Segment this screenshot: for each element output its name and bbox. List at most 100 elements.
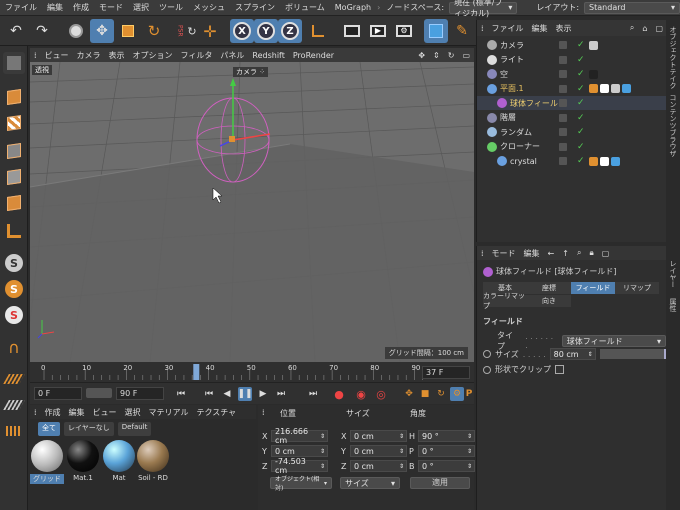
size-field[interactable]: 80 cm ⇕ xyxy=(549,348,596,360)
workplane-icon[interactable] xyxy=(3,368,25,390)
viewport-menu-camera[interactable]: カメラ xyxy=(73,50,105,61)
material-grid[interactable]: グリッド xyxy=(30,440,64,484)
viewport-menu-filter[interactable]: フィルタ xyxy=(177,50,217,61)
size-y-field[interactable]: 0 cm ⇕ xyxy=(350,445,407,457)
object-row[interactable]: 空 ✓ xyxy=(477,67,667,81)
enable-check-icon[interactable]: ✓ xyxy=(577,40,585,50)
side-tab-layers[interactable]: レイヤー xyxy=(668,260,678,288)
material-mat[interactable]: Mat xyxy=(102,440,136,482)
next-frame-icon[interactable]: ▶ xyxy=(256,387,270,401)
home-icon[interactable]: ⌂ xyxy=(638,24,651,33)
menu-mograph[interactable]: MoGraph xyxy=(330,3,376,12)
mat-menu-material[interactable]: マテリアル xyxy=(145,407,193,418)
3d-viewport[interactable]: 透視 カメラ ⁘ グリッド間隔：100 cm xyxy=(30,62,474,362)
size-z-field[interactable]: 0 cm ⇕ xyxy=(350,460,407,472)
playhead[interactable] xyxy=(193,364,200,380)
enable-check-icon[interactable]: ✓ xyxy=(577,142,585,152)
filter-default[interactable]: Default xyxy=(117,422,152,436)
back-arrow-icon[interactable]: ← xyxy=(544,249,559,258)
goto-end-icon[interactable]: ⏭ xyxy=(306,387,320,401)
tab-remap[interactable]: リマップ xyxy=(615,282,659,294)
enable-check-icon[interactable]: ✓ xyxy=(577,98,585,108)
keyframe-selection-icon[interactable]: ◎ xyxy=(374,387,388,401)
coordinate-mode-select[interactable]: オブジェクト(相対) ▾ xyxy=(270,476,332,492)
object-tag-icon[interactable] xyxy=(589,40,598,50)
material-soil[interactable]: Soil - RD xyxy=(136,440,170,482)
material-handle-icon[interactable]: ⁞ xyxy=(30,408,41,417)
key-rotation-icon[interactable]: ↻ xyxy=(434,387,448,401)
position-y-field[interactable]: 0 cm ⇕ xyxy=(271,445,328,457)
range-slider[interactable] xyxy=(86,388,112,398)
menu-spline[interactable]: スプライン xyxy=(230,2,280,13)
maximize-icon[interactable]: ▭ xyxy=(458,51,474,60)
enable-check-icon[interactable]: ✓ xyxy=(577,69,585,79)
object-tag-icon[interactable] xyxy=(589,156,598,166)
polygon-mode-icon[interactable] xyxy=(3,192,25,214)
axis-z-button[interactable]: Z xyxy=(278,19,302,43)
obj-menu-edit[interactable]: 編集 xyxy=(528,23,552,34)
camera-label[interactable]: カメラ ⁘ xyxy=(233,67,269,77)
rotate-icon[interactable]: ↻ xyxy=(142,19,166,43)
end-frame-field[interactable]: 90 F xyxy=(116,387,164,400)
grid-icon[interactable] xyxy=(3,420,25,442)
layout-select[interactable]: Standard ▾ xyxy=(584,1,680,14)
visibility-toggle[interactable] xyxy=(559,41,567,49)
point-mode-icon[interactable] xyxy=(3,140,25,162)
keyframe-icon[interactable] xyxy=(483,365,491,374)
edge-mode-icon[interactable] xyxy=(3,166,25,188)
transform-icon[interactable]: ✛ xyxy=(198,19,222,43)
timeline-ruler[interactable]: 0 10 20 30 40 50 60 70 80 90 37 F xyxy=(30,362,474,382)
viewport-menu-prorender[interactable]: ProRender xyxy=(289,51,338,60)
object-tag-icon[interactable] xyxy=(589,69,598,79)
start-frame-field[interactable]: 0 F xyxy=(34,387,82,400)
pause-icon[interactable]: ❚❚ xyxy=(237,387,253,401)
new-window-icon[interactable]: ▢ xyxy=(651,24,667,33)
viewport-menu-display[interactable]: 表示 xyxy=(105,50,129,61)
visibility-toggle[interactable] xyxy=(559,70,567,78)
tab-field[interactable]: フィールド xyxy=(571,282,615,294)
object-row[interactable]: 球体フィールド ✓ xyxy=(477,96,667,110)
object-tag-icon[interactable] xyxy=(611,84,620,93)
prev-frame-icon[interactable]: ◀ xyxy=(220,387,234,401)
obj-handle-icon[interactable]: ⁞ xyxy=(477,24,488,33)
enable-check-icon[interactable]: ✓ xyxy=(577,156,585,166)
obj-menu-file[interactable]: ファイル xyxy=(488,23,528,34)
coords-handle-icon[interactable]: ⁞ xyxy=(262,408,265,417)
pen-icon[interactable]: ✎ xyxy=(450,19,474,43)
menu-volume[interactable]: ボリューム xyxy=(280,2,330,13)
menu-mesh[interactable]: メッシュ xyxy=(188,2,230,13)
menu-mode[interactable]: モード xyxy=(94,2,128,13)
search-icon[interactable]: ⌕ xyxy=(573,248,585,258)
tab-color-remap[interactable]: カラーリマップ xyxy=(483,292,527,310)
record-icon[interactable]: ● xyxy=(332,387,346,401)
filter-no-layer[interactable]: レイヤーなし xyxy=(64,422,114,436)
redo-icon[interactable]: ↷ xyxy=(30,19,54,43)
visibility-toggle[interactable] xyxy=(559,157,567,165)
clip-checkbox[interactable] xyxy=(555,365,564,374)
enable-check-icon[interactable]: ✓ xyxy=(577,113,585,123)
node-space-select[interactable]: 現在 (標準/フィジカル) ▾ xyxy=(449,0,518,18)
key-pla-icon[interactable]: P xyxy=(462,387,476,401)
next-key-icon[interactable]: ⏭ xyxy=(274,387,288,401)
mat-menu-view[interactable]: ビュー xyxy=(89,407,121,418)
rotation-b-field[interactable]: 0 ° ⇕ xyxy=(418,460,475,472)
object-row[interactable]: crystal ✓ xyxy=(477,154,667,168)
lock-workplane-icon[interactable] xyxy=(3,394,25,416)
tab-direction[interactable]: 向き xyxy=(527,295,571,307)
texture-mode-icon[interactable] xyxy=(3,112,25,134)
model-mode-icon[interactable] xyxy=(3,86,25,108)
prev-key-icon[interactable]: ⏮ xyxy=(202,387,216,401)
object-row[interactable]: クローナー ✓ xyxy=(477,140,667,154)
object-row[interactable]: ランダム ✓ xyxy=(477,125,667,139)
render-view-icon[interactable] xyxy=(340,19,364,43)
search-icon[interactable]: ⌕ xyxy=(626,23,638,33)
plane-object[interactable] xyxy=(30,144,474,362)
viewport-menu-panel[interactable]: パネル xyxy=(216,50,248,61)
position-z-field[interactable]: -74.503 cm ⇕ xyxy=(271,457,328,475)
move-icon[interactable]: ✥ xyxy=(90,19,114,43)
cube-icon[interactable] xyxy=(424,19,448,43)
object-row[interactable]: カメラ ✓ xyxy=(477,38,667,52)
object-row[interactable]: 階層 ✓ xyxy=(477,111,667,125)
type-select[interactable]: 球体フィールド ▾ xyxy=(561,335,667,347)
object-row[interactable]: ライト ✓ xyxy=(477,53,667,67)
